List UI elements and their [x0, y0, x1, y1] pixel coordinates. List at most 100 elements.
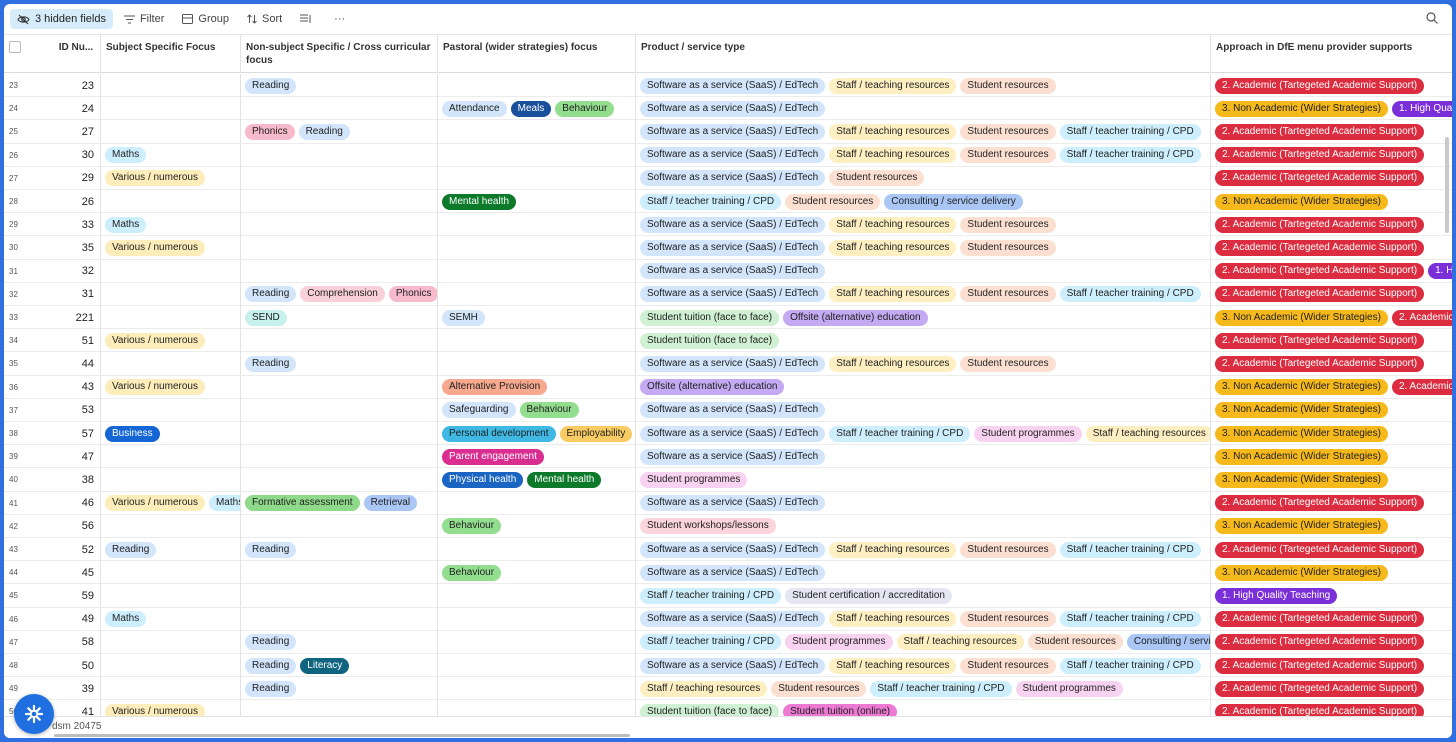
- product-cell[interactable]: Software as a service (SaaS) / EdTech Sta…: [636, 213, 1211, 237]
- id-cell[interactable]: 53: [52, 398, 101, 422]
- id-cell[interactable]: 35: [52, 236, 101, 260]
- table-row[interactable]: 39 47 Parent engagement Software as a servi…: [4, 445, 1452, 469]
- id-cell[interactable]: 52: [52, 538, 101, 561]
- table-row[interactable]: 49 39 Reading Staff / teaching resources Stu…: [4, 677, 1452, 701]
- select-all-cell[interactable]: [4, 35, 52, 73]
- table-row[interactable]: 30 35 Various / numerous Software as a serv…: [4, 236, 1452, 260]
- subject-cell[interactable]: [101, 468, 241, 492]
- approach-cell[interactable]: 2. Academic (Tartegeted Academic Support…: [1211, 260, 1452, 283]
- approach-cell[interactable]: 3. Non Academic (Wider Strategies): [1211, 468, 1452, 491]
- column-header-subject[interactable]: Subject Specific Focus: [101, 35, 241, 73]
- pastoral-cell[interactable]: Parent engagement: [438, 445, 636, 469]
- id-cell[interactable]: 43: [52, 375, 101, 399]
- more-options-button[interactable]: ···: [327, 9, 352, 29]
- subject-cell[interactable]: Various / numerous: [101, 166, 241, 190]
- subject-cell[interactable]: [101, 514, 241, 538]
- pastoral-cell[interactable]: [438, 352, 636, 376]
- table-row[interactable]: 35 44 Reading Software as a service (SaaS) …: [4, 352, 1452, 376]
- approach-cell[interactable]: 3. Non Academic (Wider Strategies): [1211, 515, 1452, 538]
- nonsubject-cell[interactable]: Reading: [241, 630, 438, 654]
- id-cell[interactable]: 24: [52, 97, 101, 121]
- row-number-cell[interactable]: 48: [4, 654, 52, 677]
- row-number-cell[interactable]: 33: [4, 306, 52, 329]
- subject-cell[interactable]: Various / numerous: [101, 329, 241, 353]
- approach-cell[interactable]: 2. Academic (Tartegeted Academic Support…: [1211, 654, 1452, 677]
- row-number-cell[interactable]: 45: [4, 584, 52, 607]
- id-cell[interactable]: 45: [52, 561, 101, 585]
- id-cell[interactable]: 58: [52, 630, 101, 654]
- group-button[interactable]: Group: [175, 9, 236, 29]
- filter-button[interactable]: Filter: [117, 9, 171, 29]
- pastoral-cell[interactable]: [438, 491, 636, 515]
- product-cell[interactable]: Student workshops/lessons: [636, 514, 1211, 538]
- nonsubject-cell[interactable]: SEND: [241, 306, 438, 329]
- table-row[interactable]: 29 33 Maths Software as a service (SaaS) / …: [4, 213, 1452, 237]
- product-cell[interactable]: Student tuition (face to face) Offsite (a…: [636, 306, 1211, 329]
- nonsubject-cell[interactable]: [241, 468, 438, 492]
- subject-cell[interactable]: [101, 74, 241, 97]
- table-row[interactable]: 46 49 Maths Software as a service (SaaS) / …: [4, 607, 1452, 631]
- pastoral-cell[interactable]: [438, 74, 636, 97]
- nonsubject-cell[interactable]: Formative assessment Retrieval: [241, 491, 438, 515]
- pastoral-cell[interactable]: [438, 607, 636, 631]
- table-row[interactable]: 44 45 Behaviour Software as a service (SaaS…: [4, 561, 1452, 585]
- pastoral-cell[interactable]: Physical health Mental health: [438, 468, 636, 492]
- search-icon[interactable]: [1426, 12, 1438, 27]
- row-number-cell[interactable]: 47: [4, 631, 52, 654]
- row-number-cell[interactable]: 41: [4, 492, 52, 515]
- approach-cell[interactable]: 2. Academic (Tartegeted Academic Support…: [1211, 677, 1452, 700]
- table-row[interactable]: 42 56 Behaviour Student workshops/lessons 3.…: [4, 514, 1452, 538]
- product-cell[interactable]: Software as a service (SaaS) / EdTech Sta…: [636, 654, 1211, 677]
- product-cell[interactable]: Student tuition (face to face): [636, 329, 1211, 353]
- table-row[interactable]: 31 32 Software as a service (SaaS) / EdTec…: [4, 259, 1452, 283]
- subject-cell[interactable]: Various / numerous: [101, 236, 241, 260]
- id-cell[interactable]: 31: [52, 282, 101, 306]
- table-row[interactable]: 25 27 Phonics Reading Software as a service …: [4, 120, 1452, 144]
- row-number-cell[interactable]: 26: [4, 144, 52, 167]
- approach-cell[interactable]: 2. Academic (Tartegeted Academic Support…: [1211, 492, 1452, 515]
- sort-button[interactable]: Sort: [240, 9, 289, 29]
- row-number-cell[interactable]: 40: [4, 468, 52, 491]
- pastoral-cell[interactable]: SEMH: [438, 306, 636, 329]
- approach-cell[interactable]: 3. Non Academic (Wider Strategies): [1211, 190, 1452, 213]
- product-cell[interactable]: Software as a service (SaaS) / EdTech Stu…: [636, 166, 1211, 190]
- table-row[interactable]: 43 52 Reading Reading Software as a service …: [4, 538, 1452, 562]
- pastoral-cell[interactable]: Attendance Meals Behaviour: [438, 97, 636, 121]
- pastoral-cell[interactable]: [438, 213, 636, 237]
- id-cell[interactable]: 56: [52, 514, 101, 538]
- nonsubject-cell[interactable]: [241, 584, 438, 608]
- table-row[interactable]: 48 50 Reading Literacy Software as a service…: [4, 654, 1452, 678]
- nonsubject-cell[interactable]: [241, 422, 438, 445]
- pastoral-cell[interactable]: [438, 120, 636, 144]
- nonsubject-cell[interactable]: [241, 398, 438, 422]
- nonsubject-cell[interactable]: Reading: [241, 352, 438, 376]
- subject-cell[interactable]: [101, 561, 241, 585]
- id-cell[interactable]: 26: [52, 190, 101, 213]
- table-row[interactable]: 32 31 Reading Comprehension Phonics Software …: [4, 282, 1452, 306]
- row-number-cell[interactable]: 34: [4, 329, 52, 352]
- column-header-nonsubject[interactable]: Non-subject Specific / Cross curricular …: [241, 35, 438, 73]
- pastoral-cell[interactable]: [438, 584, 636, 608]
- row-height-button[interactable]: [293, 9, 323, 29]
- id-cell[interactable]: 44: [52, 352, 101, 376]
- pastoral-cell[interactable]: Mental health: [438, 190, 636, 213]
- pastoral-cell[interactable]: [438, 538, 636, 561]
- approach-cell[interactable]: 2. Academic (Tartegeted Academic Support…: [1211, 213, 1452, 236]
- approach-cell[interactable]: 2. Academic (Tartegeted Academic Support…: [1211, 74, 1452, 97]
- row-number-cell[interactable]: 43: [4, 538, 52, 561]
- subject-cell[interactable]: [101, 282, 241, 306]
- subject-cell[interactable]: [101, 352, 241, 376]
- approach-cell[interactable]: 2. Academic (Tartegeted Academic Support…: [1211, 167, 1452, 190]
- approach-cell[interactable]: 2. Academic (Tartegeted Academic Support…: [1211, 236, 1452, 259]
- assistant-button[interactable]: [14, 694, 54, 734]
- product-cell[interactable]: Software as a service (SaaS) / EdTech: [636, 97, 1211, 121]
- subject-cell[interactable]: [101, 630, 241, 654]
- product-cell[interactable]: Software as a service (SaaS) / EdTech: [636, 398, 1211, 422]
- pastoral-cell[interactable]: Alternative Provision: [438, 375, 636, 399]
- product-cell[interactable]: Software as a service (SaaS) / EdTech Sta…: [636, 607, 1211, 631]
- product-cell[interactable]: Software as a service (SaaS) / EdTech: [636, 259, 1211, 283]
- row-number-cell[interactable]: 39: [4, 445, 52, 468]
- table-row[interactable]: 47 58 Reading Staff / teacher training / CP…: [4, 630, 1452, 654]
- nonsubject-cell[interactable]: [241, 561, 438, 585]
- row-number-cell[interactable]: 44: [4, 561, 52, 584]
